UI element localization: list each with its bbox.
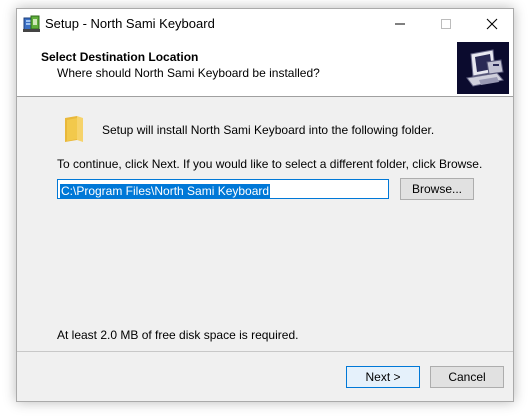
cancel-button[interactable]: Cancel [430,366,504,388]
minimize-icon [395,23,405,25]
close-button[interactable] [469,9,513,39]
browse-button[interactable]: Browse... [400,178,474,200]
title-bar[interactable]: Setup - North Sami Keyboard [17,9,513,39]
maximize-button[interactable] [423,9,469,39]
minimize-button[interactable] [377,9,423,39]
destination-path-input[interactable]: C:\Program Files\North Sami Keyboard [57,179,389,199]
setup-app-icon [23,15,40,32]
page-subtitle: Where should North Sami Keyboard be inst… [57,66,320,80]
footer-divider [17,351,513,352]
setup-window: Setup - North Sami Keyboard Select Desti… [16,8,514,402]
folder-icon [65,116,83,142]
next-button[interactable]: Next > [346,366,420,388]
close-icon [486,18,498,30]
destination-path-value: C:\Program Files\North Sami Keyboard [60,184,271,198]
wizard-content: Setup will install North Sami Keyboard i… [17,97,513,350]
maximize-icon [441,19,451,29]
continue-instructions: To continue, click Next. If you would li… [57,157,483,171]
install-message: Setup will install North Sami Keyboard i… [102,123,435,137]
page-title: Select Destination Location [41,50,199,64]
disk-space-requirement: At least 2.0 MB of free disk space is re… [57,328,299,342]
window-title: Setup - North Sami Keyboard [45,16,215,31]
wizard-header: Select Destination Location Where should… [17,39,513,97]
computer-install-icon [457,42,509,94]
